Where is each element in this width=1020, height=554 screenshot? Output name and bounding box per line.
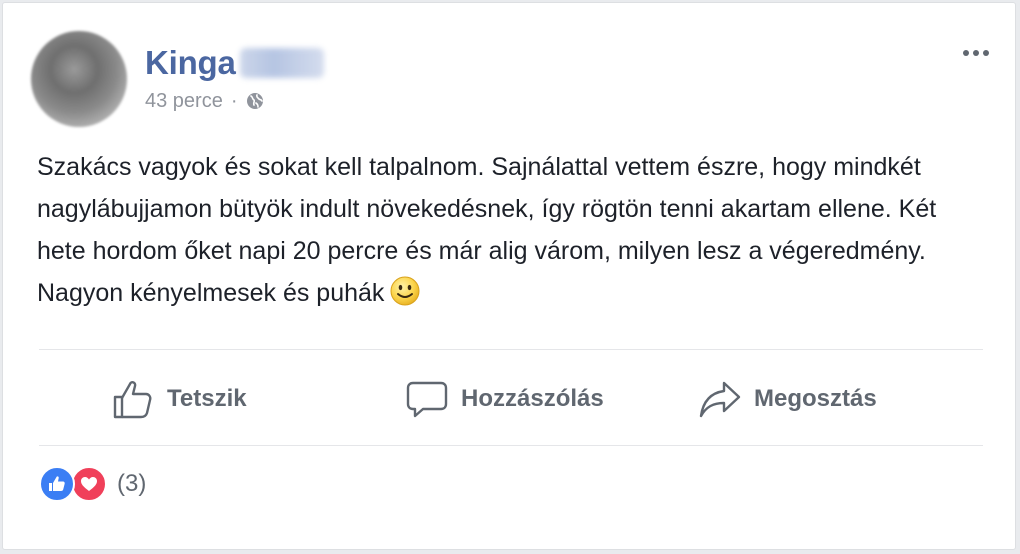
share-button[interactable]: Megosztás — [698, 369, 877, 429]
reactions-summary[interactable]: (3) — [39, 464, 146, 504]
author-name-link[interactable]: Kinga — [145, 44, 236, 82]
post-body-text: Szakács vagyok és sokat kell talpalnom. … — [37, 153, 937, 307]
post-card: Kinga 43 perce · Szakács vagyok és sokat… — [2, 2, 1016, 550]
like-button[interactable]: Tetszik — [111, 369, 247, 429]
post-timestamp[interactable]: 43 perce — [145, 90, 223, 113]
smiley-emoji-icon — [390, 276, 420, 306]
globe-icon[interactable] — [246, 92, 264, 110]
action-bar: Tetszik Hozzászólás Megosztás — [39, 369, 983, 429]
like-reaction-icon — [39, 466, 75, 502]
reaction-count[interactable]: (3) — [117, 470, 146, 498]
more-options-icon[interactable] — [961, 43, 991, 63]
like-label: Tetszik — [167, 385, 247, 412]
share-label: Megosztás — [754, 385, 877, 412]
love-reaction-icon — [71, 466, 107, 502]
comment-button[interactable]: Hozzászólás — [405, 369, 604, 429]
author-surname-blurred — [239, 48, 324, 78]
author-header: Kinga — [145, 43, 324, 83]
post-meta: 43 perce · — [145, 89, 264, 113]
share-arrow-icon — [699, 381, 741, 418]
meta-separator: · — [230, 89, 238, 112]
author-avatar[interactable] — [31, 31, 127, 127]
post-body: Szakács vagyok és sokat kell talpalnom. … — [37, 146, 967, 314]
thumbs-up-icon — [113, 381, 152, 419]
comment-icon — [406, 381, 448, 418]
divider-bottom — [39, 445, 983, 446]
comment-label: Hozzászólás — [461, 385, 604, 412]
divider-top — [39, 349, 983, 350]
